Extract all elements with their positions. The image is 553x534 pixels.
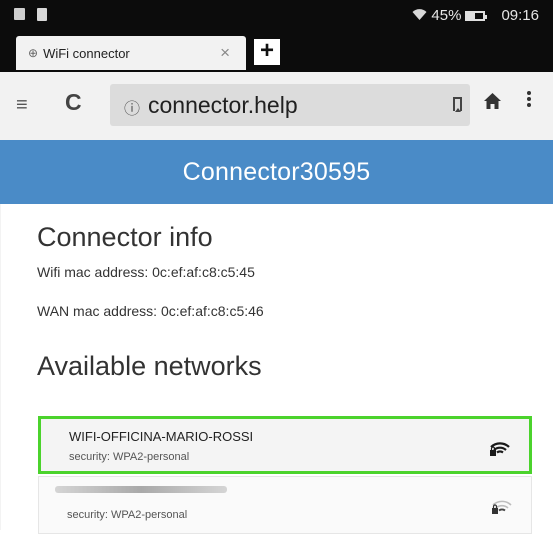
wifi-status-icon <box>412 8 427 24</box>
notification-icons <box>14 8 47 21</box>
clock: 09:16 <box>501 7 539 24</box>
wan-mac-address: WAN mac address: 0c:ef:af:c8:c5:46 <box>37 303 264 319</box>
available-networks-heading: Available networks <box>37 351 262 381</box>
browser-tab[interactable]: ⊕ WiFi connector × <box>16 36 246 70</box>
network-security: security: WPA2-personal <box>69 451 190 463</box>
overflow-menu-icon[interactable] <box>524 90 534 108</box>
blurred-network-name <box>55 486 227 493</box>
browser-toolbar: ≡ C ⓘ connector.help <box>0 72 553 140</box>
home-icon[interactable] <box>484 91 501 115</box>
divider <box>0 204 1 530</box>
tab-strip: ⊕ WiFi connector × + <box>0 34 553 72</box>
connector-info-heading: Connector info <box>37 222 213 252</box>
notification-icon <box>14 8 25 20</box>
status-bar: 45% 09:16 <box>0 0 553 34</box>
status-indicators: 45% 09:16 <box>412 7 539 24</box>
address-bar[interactable]: ⓘ connector.help <box>110 84 470 126</box>
bookmark-icon[interactable] <box>453 97 462 112</box>
globe-icon: ⊕ <box>28 46 39 60</box>
page-header: Connector30595 <box>0 140 553 204</box>
battery-icon <box>465 10 488 21</box>
new-tab-button[interactable]: + <box>254 39 280 65</box>
reload-icon[interactable]: C <box>65 89 82 116</box>
info-icon[interactable]: ⓘ <box>124 95 140 119</box>
hamburger-menu-icon[interactable]: ≡ <box>16 94 28 117</box>
network-name: WIFI-OFFICINA-MARIO-ROSSI <box>69 429 254 444</box>
battery-percent: 45% <box>431 7 462 24</box>
url-text[interactable]: connector.help <box>148 92 298 119</box>
wifi-lock-weak-icon <box>492 500 512 514</box>
network-item[interactable]: WIFI-OFFICINA-MARIO-ROSSI security: WPA2… <box>38 416 532 474</box>
network-security: security: WPA2-personal <box>67 509 188 521</box>
tab-close-icon[interactable]: × <box>220 43 230 63</box>
wifi-lock-strong-icon <box>490 442 510 456</box>
tab-title: WiFi connector <box>43 45 130 61</box>
network-item[interactable]: security: WPA2-personal <box>38 476 532 534</box>
connector-name: Connector30595 <box>182 157 371 186</box>
sim-icon <box>37 8 47 21</box>
wifi-mac-address: Wifi mac address: 0c:ef:af:c8:c5:45 <box>37 264 255 280</box>
